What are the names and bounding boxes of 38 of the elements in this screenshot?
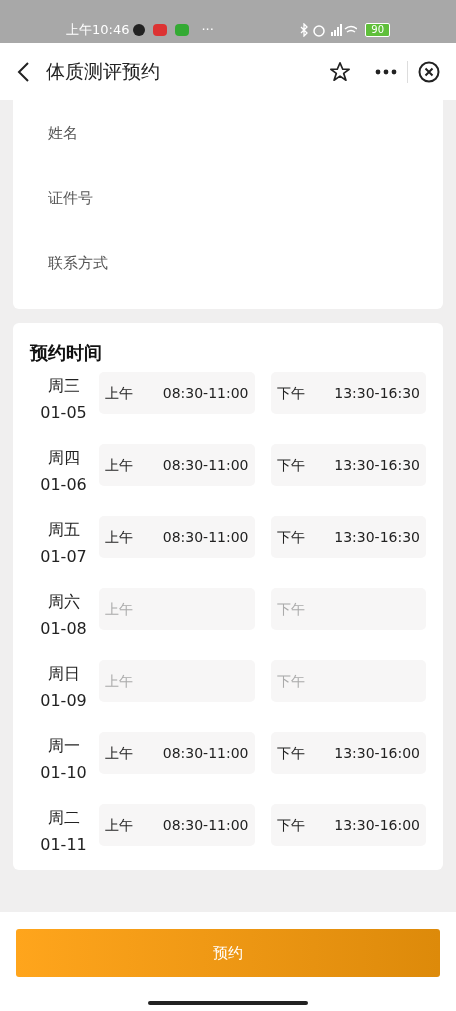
weekday-label: 周三 <box>47 375 80 397</box>
date-label: 01-05 <box>40 402 87 424</box>
date-label: 01-08 <box>40 618 87 640</box>
date-label: 01-07 <box>40 546 87 568</box>
status-time: 上午10:46 <box>66 20 130 39</box>
app-notification-icon <box>153 23 168 36</box>
date-label: 01-10 <box>40 762 87 784</box>
time-slot[interactable]: 下午 13:30-16:30 <box>270 516 426 558</box>
weekday-label: 周一 <box>47 735 80 757</box>
more-icon[interactable] <box>375 68 397 75</box>
time-slot[interactable]: 上午 08:30-11:00 <box>99 444 255 486</box>
page-title: 体质测评预约 <box>46 59 160 85</box>
app-notification-icon <box>175 23 190 36</box>
time-slot[interactable]: 上午 08:30-11:00 <box>99 516 255 558</box>
time-slot[interactable]: 上午 08:30-11:00 <box>99 732 255 774</box>
time-slot[interactable]: 下午 13:30-16:00 <box>270 732 426 774</box>
more-notifications: ··· <box>201 20 214 39</box>
time-slot[interactable]: 上午 08:30-11:00 <box>99 372 255 414</box>
date-label: 01-09 <box>40 690 87 712</box>
weekday-label: 周五 <box>47 519 80 541</box>
time-slot[interactable]: 下午 13:30-16:30 <box>270 372 426 414</box>
date-label: 01-06 <box>40 474 87 496</box>
battery-level: 90 <box>365 22 390 37</box>
input-field[interactable]: 证件号 <box>13 165 443 230</box>
input-field[interactable]: 联系方式 <box>13 230 443 309</box>
weekday-label: 周六 <box>47 591 80 613</box>
back-icon[interactable] <box>16 60 30 83</box>
weekday-label: 周二 <box>47 807 80 829</box>
date-label: 01-11 <box>40 834 87 856</box>
input-field[interactable]: 姓名 <box>13 100 443 165</box>
close-icon[interactable] <box>418 60 440 83</box>
section-title: 预约时间 <box>30 341 103 365</box>
weekday-label: 周四 <box>47 447 80 469</box>
star-icon[interactable] <box>329 60 351 83</box>
weekday-label: 周日 <box>47 663 80 685</box>
time-slot[interactable]: 下午 13:30-16:30 <box>270 444 426 486</box>
time-slot[interactable]: 下午 13:30-16:00 <box>270 804 426 846</box>
time-slot[interactable]: 上午 08:30-11:00 <box>99 804 255 846</box>
